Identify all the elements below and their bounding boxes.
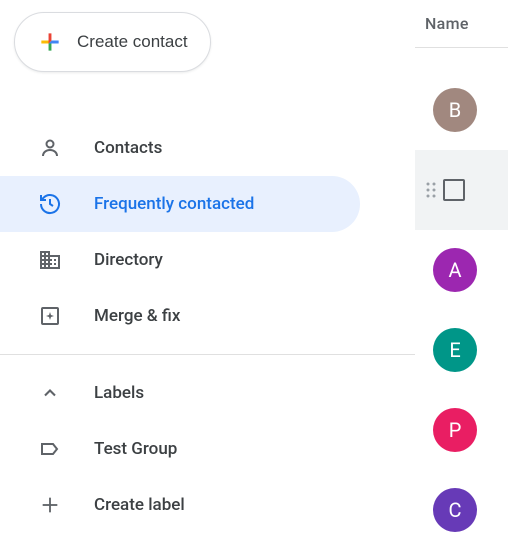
nav-label: Merge & fix [94,306,180,326]
column-header-name[interactable]: Name [415,14,508,47]
sidebar: Create contact Contacts Frequently conta… [0,0,415,545]
nav-test-group[interactable]: Test Group [0,421,360,477]
nav-label: Frequently contacted [94,194,254,214]
contact-row[interactable]: E [415,310,508,390]
avatar: P [433,408,477,452]
history-icon [38,192,62,216]
contact-row[interactable]: B [415,70,508,150]
nav-label: Test Group [94,439,177,459]
nav-labels[interactable]: Labels [0,365,360,421]
contact-row[interactable]: C [415,470,508,550]
nav-merge-fix[interactable]: Merge & fix [0,288,360,344]
create-contact-button[interactable]: Create contact [14,12,211,72]
nav: Contacts Frequently contacted Directory [0,120,415,533]
drag-handle-icon[interactable] [425,180,437,200]
nav-frequently-contacted[interactable]: Frequently contacted [0,176,360,232]
sparkle-icon [38,304,62,328]
nav-label: Directory [94,250,163,270]
contact-row[interactable]: P [415,390,508,470]
main-contacts-list: Name B AEPC [415,0,508,545]
avatar: A [433,248,477,292]
nav-label: Labels [94,383,144,403]
nav-label: Contacts [94,138,162,158]
nav-label: Create label [94,495,185,515]
divider [415,47,508,48]
chevron-up-icon [38,381,62,405]
plus-icon [38,493,62,517]
nav-contacts[interactable]: Contacts [0,120,360,176]
divider [0,354,415,355]
plus-icon [37,29,63,55]
person-icon [38,136,62,160]
create-contact-label: Create contact [77,32,188,52]
nav-directory[interactable]: Directory [0,232,360,288]
contact-row[interactable]: A [415,230,508,310]
label-icon [38,437,62,461]
avatar: C [433,488,477,532]
avatar: B [433,88,477,132]
nav-create-label[interactable]: Create label [0,477,360,533]
building-icon [38,248,62,272]
select-checkbox[interactable] [443,179,465,201]
avatar: E [433,328,477,372]
contact-row[interactable] [415,150,508,230]
